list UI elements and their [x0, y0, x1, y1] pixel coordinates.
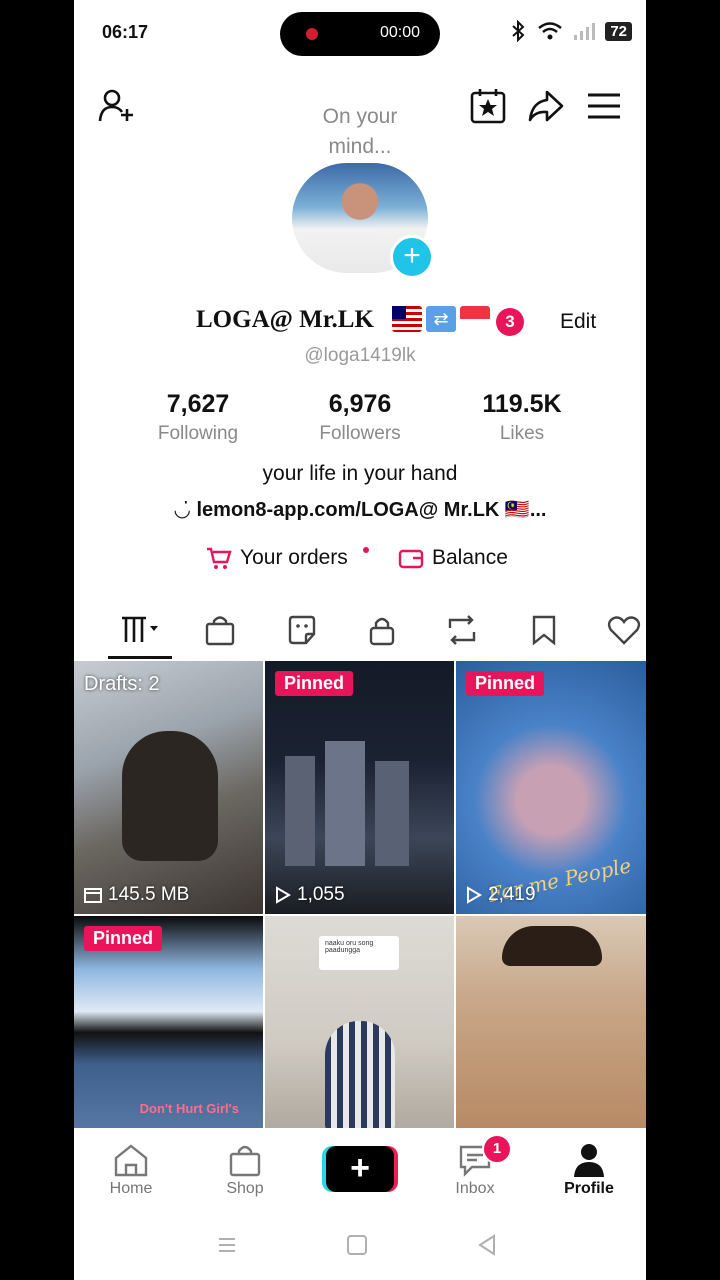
profile-handle: @loga1419lk: [304, 345, 416, 366]
battery-level: 72: [605, 21, 632, 41]
link-icon: ◡̇: [173, 499, 197, 521]
nav-shop[interactable]: Shop: [200, 1140, 290, 1198]
sticker-icon[interactable]: [282, 610, 322, 650]
bookmark-icon[interactable]: [524, 610, 564, 650]
cart-icon: [207, 547, 232, 569]
singapore-flag-icon: [460, 306, 490, 332]
back-icon[interactable]: [476, 1234, 498, 1262]
stat-value: 7,627: [166, 390, 230, 418]
pinned-badge: Pinned: [466, 671, 545, 696]
recents-icon[interactable]: [216, 1234, 238, 1262]
wifi-icon: [538, 22, 563, 40]
home-icon: [114, 1144, 148, 1177]
repost-icon[interactable]: [442, 610, 482, 650]
system-navigation: [74, 1220, 646, 1280]
pinned-badge: Pinned: [84, 926, 163, 951]
plus-icon: +: [350, 1149, 370, 1187]
videos-grid-icon[interactable]: [120, 610, 160, 650]
flag-emojis: ⇄: [392, 306, 490, 332]
drafts-size: 145.5 MB: [84, 884, 189, 906]
malaysia-flag-icon: [392, 306, 422, 332]
grid-item-pinned-people[interactable]: Pinned For me People 2,419: [456, 661, 646, 914]
menu-icon[interactable]: [584, 86, 624, 126]
nav-home[interactable]: Home: [86, 1140, 176, 1198]
overlay-text: Don't Hurt Girl's: [139, 1101, 239, 1116]
active-tab-indicator: [108, 656, 172, 659]
profile-screen: 06:17 00:00 72 On your mind... + LOGA@ M…: [74, 0, 646, 1280]
comment-sticker: naaku oru song paadungga: [319, 936, 399, 970]
drafts-count: Drafts: 2: [84, 673, 160, 695]
grid-item-drafts[interactable]: Drafts: 2 145.5 MB: [74, 661, 263, 914]
drafts-size-text: 145.5 MB: [108, 884, 190, 905]
profile-link[interactable]: ◡̇ lemon8-app.com/LOGA@ Mr.LK 🇲🇾...: [74, 497, 646, 522]
status-time: 06:17: [102, 22, 149, 42]
view-count: 2,419: [466, 884, 536, 906]
create-video-button[interactable]: +: [326, 1146, 394, 1192]
view-count-text: 1,055: [297, 884, 345, 905]
nav-profile-label: Profile: [564, 1180, 614, 1197]
lock-icon[interactable]: [362, 610, 402, 650]
screen-recording-pill[interactable]: 00:00: [280, 12, 440, 56]
on-your-mind-prompt[interactable]: On your mind...: [298, 102, 422, 162]
profile-icon: [574, 1144, 604, 1177]
play-icon: [467, 886, 482, 904]
view-count-text: 2,419: [488, 884, 536, 905]
profile-bio: your life in your hand: [262, 462, 458, 485]
stat-likes[interactable]: 119.5K Likes: [442, 390, 602, 445]
balance-button[interactable]: Balance: [398, 546, 508, 570]
bluetooth-icon: [512, 20, 525, 42]
grid-item-pinned-city[interactable]: Pinned 1,055: [265, 661, 454, 914]
home-square-icon[interactable]: [346, 1234, 368, 1262]
recording-dot-icon: [306, 28, 318, 40]
shop-bag-icon[interactable]: [200, 610, 240, 650]
stat-label: Followers: [319, 423, 401, 444]
stat-label: Following: [157, 423, 239, 444]
drafts-box-icon: [84, 888, 102, 903]
status-icons: 72: [509, 20, 632, 42]
heart-icon[interactable]: [604, 610, 644, 650]
grid-item-video-selfie[interactable]: [456, 916, 646, 1128]
shop-icon: [229, 1145, 261, 1177]
edit-profile-button[interactable]: Edit: [560, 310, 596, 334]
nav-inbox-label: Inbox: [455, 1180, 495, 1197]
profile-name: LOGA@ Mr.LK: [196, 306, 374, 333]
stat-value: 6,976: [328, 390, 392, 418]
your-orders-button[interactable]: Your orders: [206, 546, 348, 570]
add-story-plus-icon[interactable]: +: [390, 235, 434, 279]
repeat-emoji-icon: ⇄: [426, 306, 456, 332]
wallet-icon: [398, 549, 424, 569]
stat-value: 119.5K: [482, 390, 562, 418]
stat-followers[interactable]: 6,976 Followers: [280, 390, 440, 445]
grid-item-video-song[interactable]: naaku oru song paadungga: [265, 916, 454, 1128]
orders-dot: [363, 547, 369, 553]
stat-label: Likes: [499, 423, 545, 444]
balance-label: Balance: [432, 546, 508, 569]
inbox-badge: 1: [482, 1134, 512, 1164]
share-icon[interactable]: [526, 86, 566, 126]
profile-link-text: lemon8-app.com/LOGA@ Mr.LK 🇲🇾...: [196, 499, 547, 521]
grid-item-pinned-cloud[interactable]: Pinned Don't Hurt Girl's: [74, 916, 263, 1128]
orders-label: Your orders: [240, 546, 348, 569]
content-tabs: [74, 602, 646, 660]
nav-home-label: Home: [109, 1180, 153, 1197]
stat-following[interactable]: 7,627 Following: [118, 390, 278, 445]
notification-badge[interactable]: 3: [496, 308, 524, 336]
nav-shop-label: Shop: [226, 1180, 264, 1197]
nav-profile[interactable]: Profile: [544, 1140, 634, 1198]
calendar-star-icon[interactable]: [468, 86, 508, 126]
pinned-badge: Pinned: [275, 671, 354, 696]
view-count: 1,055: [275, 884, 345, 906]
play-icon: [276, 886, 291, 904]
add-friend-icon[interactable]: [96, 86, 136, 126]
signal-icon: [574, 23, 596, 40]
recording-time: 00:00: [379, 24, 420, 41]
